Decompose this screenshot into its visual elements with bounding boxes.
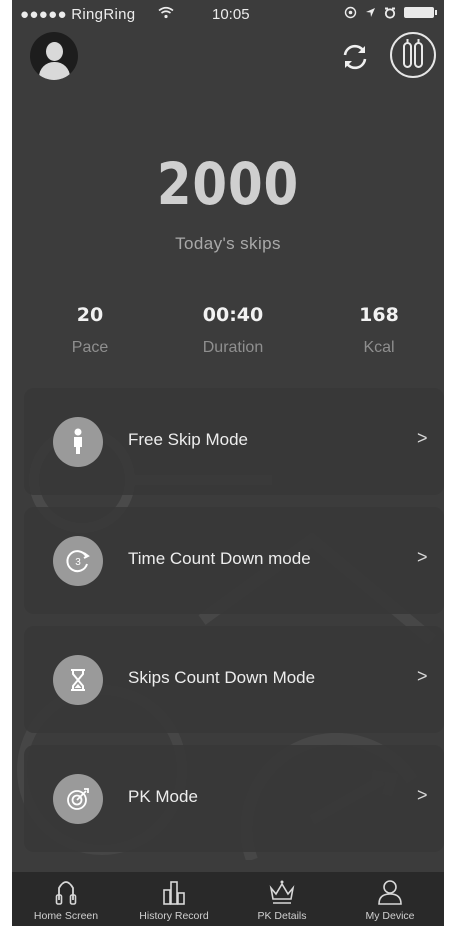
user-icon bbox=[378, 880, 402, 905]
avatar-button[interactable] bbox=[30, 32, 78, 80]
battery-icon bbox=[404, 7, 437, 18]
tab-home-screen[interactable]: Home Screen bbox=[12, 872, 120, 926]
target-icon bbox=[53, 774, 103, 824]
avatar-head bbox=[46, 42, 63, 61]
mode-label: Time Count Down mode bbox=[128, 549, 311, 568]
status-icons bbox=[344, 6, 437, 19]
carrier-signal: ●●●●● RingRing bbox=[20, 6, 136, 23]
mode-label: Skips Count Down Mode bbox=[128, 668, 316, 687]
mode-card-pk[interactable]: PK Mode > bbox=[24, 745, 444, 852]
status-bar: ●●●●● RingRing 10:05 bbox=[12, 0, 444, 30]
mode-card-skips-countdown[interactable]: Skips Count Down Mode > bbox=[24, 626, 444, 733]
stat-duration-label: Duration bbox=[202, 339, 264, 356]
hourglass-icon bbox=[53, 655, 103, 705]
tab-label: My Device bbox=[365, 910, 415, 922]
svg-text:3: 3 bbox=[75, 557, 81, 568]
stat-pace: 20 Pace bbox=[30, 304, 150, 357]
wifi-icon bbox=[158, 6, 174, 23]
stat-pace-label: Pace bbox=[71, 339, 109, 356]
bar-chart-icon bbox=[163, 881, 185, 905]
timer-icon: 3 bbox=[53, 536, 103, 586]
tab-history-record[interactable]: History Record bbox=[120, 872, 228, 926]
today-skips-label: Today's skips bbox=[175, 234, 281, 253]
tab-pk-details[interactable]: PK Details bbox=[228, 872, 336, 926]
bottom-tab-bar: Home Screen History Record PK Details My… bbox=[12, 872, 444, 926]
stat-kcal: 168 Kcal bbox=[319, 304, 439, 357]
chevron-right-icon: > bbox=[417, 428, 428, 448]
stat-duration-value: 00:40 bbox=[202, 304, 264, 326]
today-skips-count: 2000 bbox=[156, 150, 300, 218]
stat-pace-value: 20 bbox=[76, 304, 104, 326]
app-screen: ●●●●● RingRing 10:05 2000 Today's skips … bbox=[12, 0, 444, 926]
location-icon bbox=[366, 8, 375, 17]
tab-label: PK Details bbox=[257, 910, 307, 922]
tab-label: History Record bbox=[139, 910, 209, 922]
chevron-right-icon: > bbox=[417, 785, 428, 805]
crown-icon bbox=[269, 880, 295, 904]
tab-label: Home Screen bbox=[33, 910, 99, 922]
chevron-right-icon: > bbox=[417, 547, 428, 567]
mode-card-time-countdown[interactable]: 3 Time Count Down mode > bbox=[24, 507, 444, 614]
device-button[interactable] bbox=[390, 32, 436, 78]
tab-my-device[interactable]: My Device bbox=[336, 872, 444, 926]
stat-kcal-label: Kcal bbox=[363, 339, 395, 356]
mode-label: Free Skip Mode bbox=[128, 430, 248, 449]
avatar-body bbox=[39, 62, 70, 80]
jump-rope-handles-icon bbox=[403, 39, 423, 68]
mode-label: PK Mode bbox=[128, 787, 198, 806]
stat-kcal-value: 168 bbox=[359, 304, 399, 326]
jump-rope-icon bbox=[55, 881, 77, 905]
rotation-lock-icon bbox=[344, 6, 357, 19]
sync-icon[interactable] bbox=[338, 40, 372, 74]
stat-duration: 00:40 Duration bbox=[173, 304, 293, 357]
status-time: 10:05 bbox=[212, 6, 250, 23]
chevron-right-icon: > bbox=[417, 666, 428, 686]
mode-card-free-skip[interactable]: Free Skip Mode > bbox=[24, 388, 444, 495]
alarm-icon bbox=[384, 7, 396, 19]
person-icon bbox=[53, 417, 103, 467]
